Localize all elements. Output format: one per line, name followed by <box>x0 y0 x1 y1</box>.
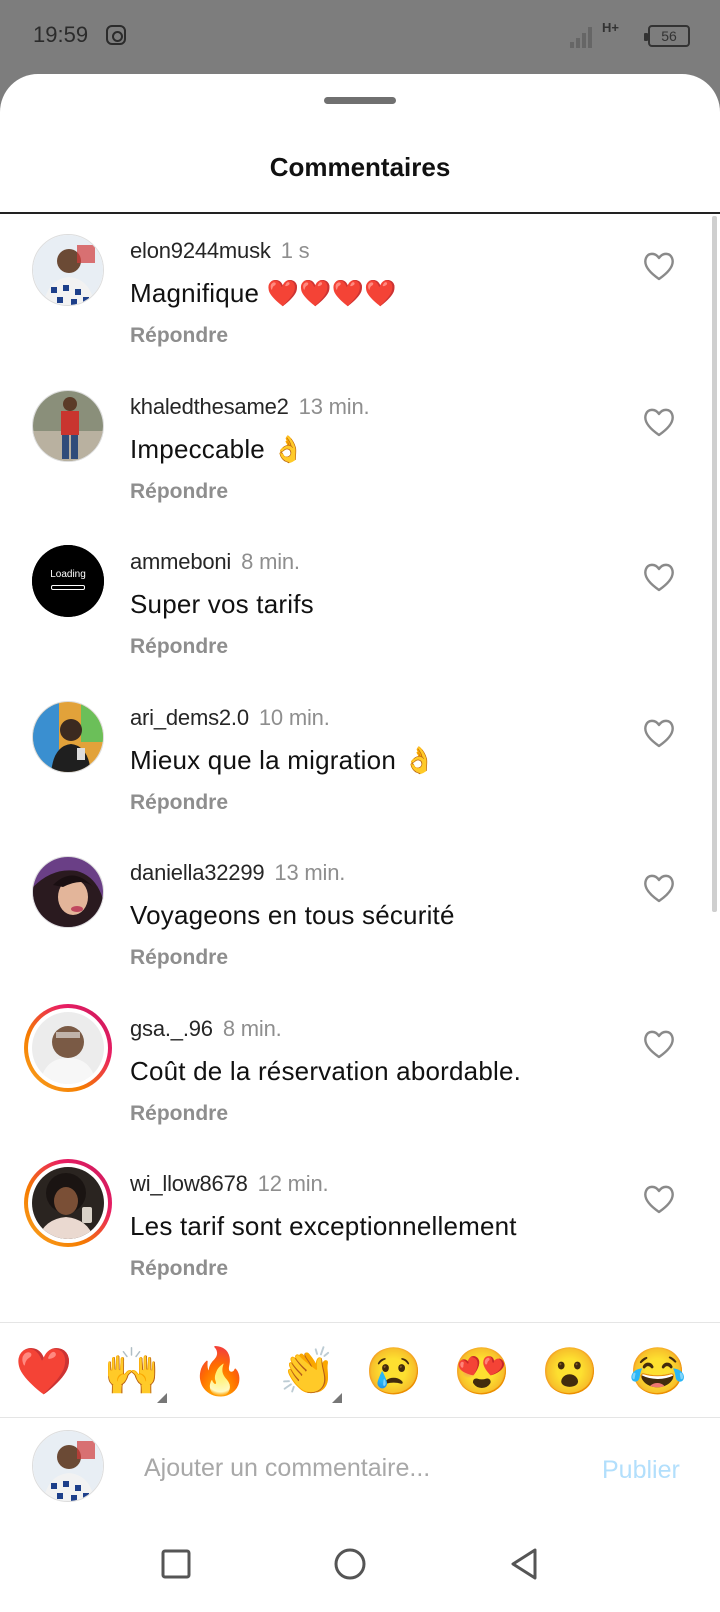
reply-button[interactable]: Répondre <box>130 1102 228 1126</box>
comment-text: Super vos tarifs <box>130 589 314 619</box>
comment-time: 12 min. <box>257 1171 329 1196</box>
reply-button[interactable]: Répondre <box>130 791 228 815</box>
like-heart-icon[interactable] <box>642 406 676 438</box>
comment-item[interactable]: ari_dems2.0 10 min. Mieux que la migratio… <box>0 681 720 841</box>
comment-time: 8 min. <box>241 549 300 574</box>
sheet-title: Commentaires <box>269 152 451 182</box>
avatar-story-ring[interactable] <box>24 1003 112 1092</box>
comment-username[interactable]: elon9244musk 1 s <box>130 238 310 264</box>
heart-eyes-emoji-button[interactable]: 😍 <box>452 1341 512 1401</box>
like-heart-icon[interactable] <box>642 250 676 282</box>
signal-strength-icon <box>570 26 596 48</box>
status-bar: 19:59 H+ 56 <box>0 0 720 74</box>
avatar-loading-text: Loading <box>50 569 86 580</box>
username-text[interactable]: ammeboni <box>130 549 231 574</box>
comment-item[interactable]: wi_llow8678 12 min. Les tarif sont except… <box>0 1147 720 1307</box>
comments-list[interactable]: elon9244musk 1 s Magnifique ❤️❤️❤️❤️ Répo… <box>0 214 720 1394</box>
sheet-drag-handle[interactable] <box>324 97 396 104</box>
comment-item[interactable]: gsa._.96 8 min. Coût de la réservation ab… <box>0 992 720 1152</box>
status-time: 19:59 <box>33 22 89 47</box>
avatar[interactable] <box>32 856 104 928</box>
avatar <box>32 1011 104 1084</box>
avatar[interactable] <box>32 700 104 773</box>
comment-username[interactable]: ari_dems2.0 10 min. <box>130 705 330 731</box>
like-heart-icon[interactable] <box>642 1028 676 1060</box>
like-heart-icon[interactable] <box>642 1183 676 1215</box>
reply-button[interactable]: Répondre <box>130 946 228 970</box>
username-text[interactable]: daniella32299 <box>130 860 265 885</box>
comment-username[interactable]: wi_llow8678 12 min. <box>130 1171 329 1197</box>
like-heart-icon[interactable] <box>642 561 676 593</box>
heart-emoji-button[interactable]: ❤️ <box>14 1341 74 1401</box>
comment-item[interactable]: Loading ammeboni 8 min. Super vos tarifs … <box>0 525 720 685</box>
reply-button[interactable]: Répondre <box>130 1257 228 1281</box>
comment-text: Voyageons en tous sécurité <box>130 900 455 930</box>
comment-item[interactable]: daniella32299 13 min. Voyageons en tous s… <box>0 836 720 996</box>
comment-username[interactable]: gsa._.96 8 min. <box>130 1016 282 1042</box>
comment-composer: Publier <box>0 1418 720 1514</box>
comment-text: Les tarif sont exceptionnellement <box>130 1211 517 1241</box>
comment-username[interactable]: khaledthesame2 13 min. <box>130 393 370 420</box>
comment-username[interactable]: ammeboni 8 min. <box>130 549 300 575</box>
network-type-label: H+ <box>602 20 619 35</box>
comment-time: 10 min. <box>258 704 330 730</box>
like-heart-icon[interactable] <box>642 717 676 749</box>
username-text[interactable]: wi_llow8678 <box>130 1171 248 1196</box>
comment-text: Impeccable 👌 <box>130 433 305 464</box>
publish-button[interactable]: Publier <box>602 1456 680 1485</box>
surprised-face-emoji-button[interactable]: 😮 <box>540 1341 600 1401</box>
username-text[interactable]: ari_dems2.0 <box>130 705 249 730</box>
avatar-story-ring[interactable] <box>24 1159 112 1247</box>
quick-reactions-bar: ❤️ 🙌 🔥 👏 😢 😍 😮 😂 <box>0 1322 720 1418</box>
battery-icon: 56 <box>644 25 690 47</box>
comment-text: Mieux que la migration 👌 <box>130 744 436 775</box>
raising-hands-emoji-button[interactable]: 🙌 <box>102 1341 162 1401</box>
current-user-avatar <box>32 1430 104 1502</box>
comment-time: 1 s <box>280 238 310 263</box>
avatar[interactable]: Loading <box>32 545 104 617</box>
avatar[interactable] <box>32 389 104 462</box>
skin-tone-indicator-icon <box>157 1393 167 1403</box>
comment-item[interactable]: elon9244musk 1 s Magnifique ❤️❤️❤️❤️ Répo… <box>0 214 720 374</box>
system-navigation-bar <box>0 1514 720 1612</box>
username-text[interactable]: khaledthesame2 <box>130 394 289 419</box>
comment-time: 8 min. <box>222 1015 282 1041</box>
skin-tone-indicator-icon <box>332 1393 342 1403</box>
comment-input[interactable] <box>144 1446 574 1490</box>
username-text[interactable]: gsa._.96 <box>130 1016 213 1041</box>
home-icon[interactable] <box>332 1546 368 1582</box>
reply-button[interactable]: Répondre <box>130 480 228 504</box>
like-heart-icon[interactable] <box>642 872 676 904</box>
comment-text: Magnifique ❤️❤️❤️❤️ <box>130 278 397 308</box>
comment-time: 13 min. <box>274 860 346 885</box>
recent-apps-icon[interactable] <box>158 1546 194 1582</box>
back-icon[interactable] <box>506 1546 542 1582</box>
clapping-hands-emoji-button[interactable]: 👏 <box>278 1341 338 1401</box>
comment-text: Coût de la réservation abordable. <box>130 1055 522 1086</box>
comment-item[interactable]: khaledthesame2 13 min. Impeccable 👌 Répon… <box>0 370 720 530</box>
avatar[interactable] <box>32 234 104 306</box>
username-text[interactable]: elon9244musk <box>130 238 271 263</box>
crying-face-emoji-button[interactable]: 😢 <box>364 1341 424 1401</box>
avatar <box>32 1167 104 1239</box>
comment-time: 13 min. <box>298 393 370 419</box>
reply-button[interactable]: Répondre <box>130 635 228 659</box>
instagram-notification-icon <box>106 25 126 45</box>
avatar-loading-bar <box>51 585 85 590</box>
comment-username[interactable]: daniella32299 13 min. <box>130 860 345 886</box>
tears-of-joy-emoji-button[interactable]: 😂 <box>628 1341 688 1401</box>
reply-button[interactable]: Répondre <box>130 324 228 348</box>
fire-emoji-button[interactable]: 🔥 <box>190 1341 250 1401</box>
